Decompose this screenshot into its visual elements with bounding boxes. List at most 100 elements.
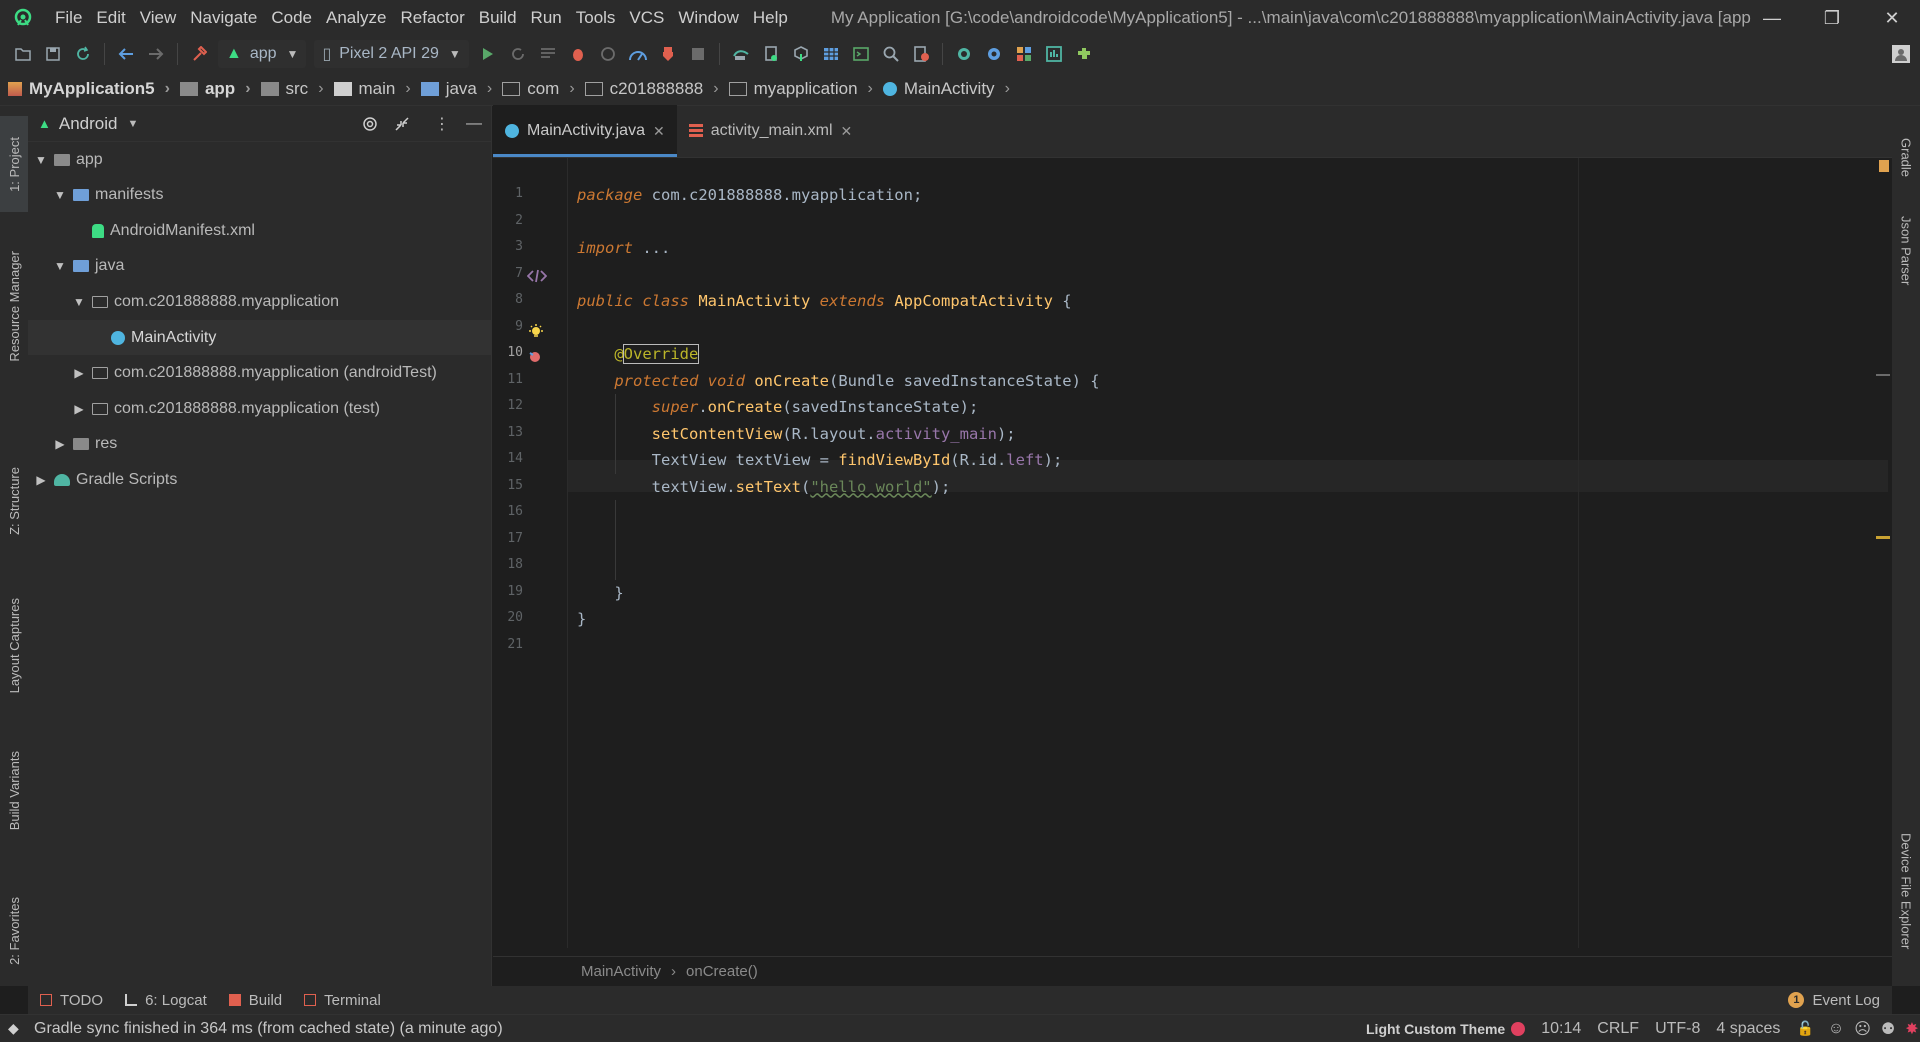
chevron-down-icon[interactable]: ▼: [127, 118, 138, 130]
breadcrumb-item-java[interactable]: java ›: [420, 79, 503, 99]
close-button[interactable]: ✕: [1862, 0, 1920, 36]
open-folder-icon[interactable]: [8, 39, 38, 69]
lock-icon[interactable]: 🔓: [1796, 1020, 1813, 1037]
tool-tab-logcat[interactable]: 6: Logcat: [125, 992, 207, 1009]
inspector-icon[interactable]: ⚉: [1881, 1019, 1895, 1039]
tool-tab-todo[interactable]: TODO: [40, 992, 103, 1009]
tree-item[interactable]: ▼ manifests: [28, 178, 492, 213]
breadcrumb-item-app[interactable]: app ›: [179, 79, 261, 99]
make-project-hammer-icon[interactable]: [184, 39, 214, 69]
attach-debugger-icon[interactable]: [653, 39, 683, 69]
file-encoding[interactable]: UTF-8: [1655, 1020, 1700, 1038]
line-separator[interactable]: CRLF: [1597, 1020, 1639, 1038]
sync-gradle-icon[interactable]: [726, 39, 756, 69]
hide-panel-icon[interactable]: —: [462, 112, 486, 136]
menu-analyze[interactable]: Analyze: [319, 8, 393, 28]
editor-breadcrumb-class[interactable]: MainActivity: [581, 963, 661, 980]
tree-item[interactable]: MainActivity: [28, 320, 492, 355]
apply-code-changes-icon[interactable]: [533, 39, 563, 69]
code-line[interactable]: }: [577, 580, 623, 606]
tab-activity-main-xml[interactable]: activity_main.xml ✕: [677, 105, 865, 157]
collapse-all-icon[interactable]: [390, 112, 414, 136]
caret-position[interactable]: 10:14: [1541, 1020, 1581, 1038]
code-area[interactable]: package com.c201888888.myapplication; imp…: [577, 158, 1877, 948]
layout-grid-icon[interactable]: [816, 39, 846, 69]
profile-icon[interactable]: [623, 39, 653, 69]
intention-bulb-icon[interactable]: [527, 323, 545, 346]
happy-face-icon[interactable]: ☺: [1828, 1020, 1844, 1038]
plugin-circle-alt-icon[interactable]: [979, 39, 1009, 69]
minimize-button[interactable]: —: [1742, 0, 1802, 36]
tool-tab-build[interactable]: Build: [228, 992, 282, 1009]
tool-tab-gradle[interactable]: Gradle: [1892, 118, 1920, 198]
tree-item[interactable]: ▶ res: [28, 427, 492, 462]
breadcrumb-item-src[interactable]: src ›: [260, 79, 334, 99]
run-play-icon[interactable]: [473, 39, 503, 69]
run-configuration-select[interactable]: ▲ app ▼: [218, 40, 307, 68]
expand-arrow-icon[interactable]: ▼: [72, 295, 86, 309]
save-all-icon[interactable]: [38, 39, 68, 69]
breadcrumb-item-mainactivity[interactable]: MainActivity ›: [882, 79, 1020, 99]
close-tab-icon[interactable]: ✕: [841, 123, 853, 140]
more-options-icon[interactable]: ⋮: [430, 112, 454, 136]
expand-arrow-icon[interactable]: ▼: [53, 188, 67, 202]
menu-code[interactable]: Code: [264, 8, 319, 28]
breadcrumb-item-project[interactable]: MyApplication5 ›: [8, 79, 180, 99]
override-method-icon[interactable]: [527, 350, 545, 369]
sdk-manager-icon[interactable]: [786, 39, 816, 69]
tree-item[interactable]: ▼ app: [28, 142, 492, 177]
breadcrumb-item-main[interactable]: main ›: [333, 79, 421, 99]
collapse-arrow-icon[interactable]: ▶: [72, 366, 86, 380]
menu-build[interactable]: Build: [472, 8, 524, 28]
menu-edit[interactable]: Edit: [89, 8, 132, 28]
close-tab-icon[interactable]: ✕: [653, 123, 665, 140]
plugin-puzzle-icon[interactable]: [1069, 39, 1099, 69]
apply-changes-icon[interactable]: [503, 39, 533, 69]
stop-icon[interactable]: [683, 39, 713, 69]
sad-face-icon[interactable]: ☹: [1854, 1019, 1871, 1039]
memory-indicator-icon[interactable]: ✸: [1905, 1019, 1918, 1039]
run-coverage-icon[interactable]: [593, 39, 623, 69]
device-manager-icon[interactable]: [906, 39, 936, 69]
debug-bug-icon[interactable]: [563, 39, 593, 69]
search-everywhere-icon[interactable]: [876, 39, 906, 69]
indent-setting[interactable]: 4 spaces: [1716, 1020, 1780, 1038]
menu-vcs[interactable]: VCS: [622, 8, 671, 28]
code-line[interactable]: protected void onCreate(Bundle savedInst…: [577, 368, 1099, 394]
theme-indicator[interactable]: Light Custom Theme: [1366, 1021, 1505, 1037]
tree-item[interactable]: ▼ com.c201888888.myapplication: [28, 284, 492, 319]
back-arrow-icon[interactable]: [111, 39, 141, 69]
menu-tools[interactable]: Tools: [569, 8, 623, 28]
breadcrumb-item-com[interactable]: com ›: [502, 79, 584, 99]
forward-arrow-icon[interactable]: [141, 39, 171, 69]
menu-run[interactable]: Run: [524, 8, 569, 28]
code-line[interactable]: }: [577, 606, 586, 632]
tree-item[interactable]: ▶ Gradle Scripts: [28, 462, 492, 497]
tool-tab-terminal[interactable]: Terminal: [304, 992, 381, 1009]
collapse-arrow-icon[interactable]: ▶: [72, 402, 86, 416]
breadcrumb-item-myapplication[interactable]: myapplication ›: [728, 79, 883, 99]
code-line[interactable]: TextView textView = findViewById(R.id.le…: [577, 447, 1063, 473]
plugin-tiles-icon[interactable]: [1009, 39, 1039, 69]
error-stripe-marker[interactable]: [1876, 374, 1890, 376]
implements-icon[interactable]: [526, 268, 548, 289]
code-line[interactable]: textView.setText("hello world");: [577, 474, 951, 500]
menu-file[interactable]: File: [48, 8, 89, 28]
collapse-arrow-icon[interactable]: ▶: [53, 437, 67, 451]
tool-tab-json-parser[interactable]: Json Parser: [1892, 206, 1920, 296]
expand-arrow-icon[interactable]: ▼: [53, 259, 67, 273]
tool-tab-favorites[interactable]: 2: Favorites: [0, 876, 28, 986]
menu-help[interactable]: Help: [746, 8, 795, 28]
tree-item[interactable]: ▼ java: [28, 249, 492, 284]
plugin-circle-icon[interactable]: [949, 39, 979, 69]
tool-tab-device-file-explorer[interactable]: Device File Explorer: [1892, 816, 1920, 966]
tool-tab-build-variants[interactable]: Build Variants: [0, 736, 28, 846]
menu-refactor[interactable]: Refactor: [393, 8, 471, 28]
breadcrumb-item-c201888888[interactable]: c201888888 ›: [584, 79, 729, 99]
code-line[interactable]: package com.c201888888.myapplication;: [577, 182, 922, 208]
project-view-select[interactable]: Android: [59, 114, 118, 134]
user-account-icon[interactable]: [1886, 39, 1916, 69]
plugin-chart-icon[interactable]: [1039, 39, 1069, 69]
warning-marker[interactable]: [1879, 160, 1889, 172]
locate-target-icon[interactable]: [358, 112, 382, 136]
